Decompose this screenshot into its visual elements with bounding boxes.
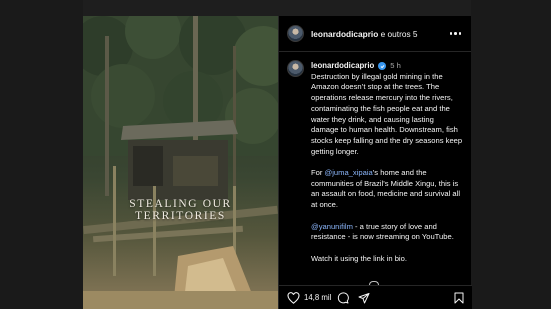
caption-paragraph-1: Destruction by illegal gold mining in th… [311,71,463,156]
backdrop-left [0,0,83,309]
backdrop-right [471,0,551,309]
mention-juma-xipaia[interactable]: @juma_xipaia [325,168,373,177]
heart-icon[interactable] [287,291,300,304]
post-detail-panel: leonardodicaprio e outros 5 leonardodica… [278,16,472,309]
caption-body: leonardodicaprio 5 h Destruction by ille… [311,60,463,264]
mention-yanunifilm[interactable]: @yanunifilm [311,222,353,231]
more-options-icon[interactable] [448,28,464,39]
save-icon[interactable] [454,292,464,304]
like-count[interactable]: 14,8 mil [304,293,331,302]
caption-author[interactable]: leonardodicaprio [311,61,374,72]
caption-author-row: leonardodicaprio 5 h [311,61,463,72]
caption-paragraph-4: Watch it using the link in bio. [311,253,407,263]
header-username[interactable]: leonardodicaprio [311,29,378,39]
video-overlay-title: STEALING OUR TERRITORIES [129,198,232,222]
caption-paragraph-2: For @juma_xipaia’s home and the communit… [311,168,463,211]
caption-p2-before: For [311,168,325,178]
share-icon[interactable] [358,292,370,304]
post-image[interactable]: STEALING OUR TERRITORIES [83,16,278,309]
caption: leonardodicaprio 5 h Destruction by ille… [279,52,471,264]
post-header: leonardodicaprio e outros 5 [279,16,471,52]
caption-paragraph-3: @yanunifilm - a true story of love and r… [311,222,463,243]
mining-scene-illustration [83,16,278,309]
action-bar: 14,8 mil [279,285,472,309]
header-username-line[interactable]: leonardodicaprio e outros 5 [311,29,418,39]
comment-icon[interactable] [337,291,350,304]
caption-avatar[interactable] [287,60,304,77]
author-avatar[interactable] [287,25,304,42]
caption-timestamp[interactable]: 5 h [390,61,401,72]
verified-badge-icon [378,62,387,71]
header-collaborators[interactable]: e outros 5 [378,29,418,39]
